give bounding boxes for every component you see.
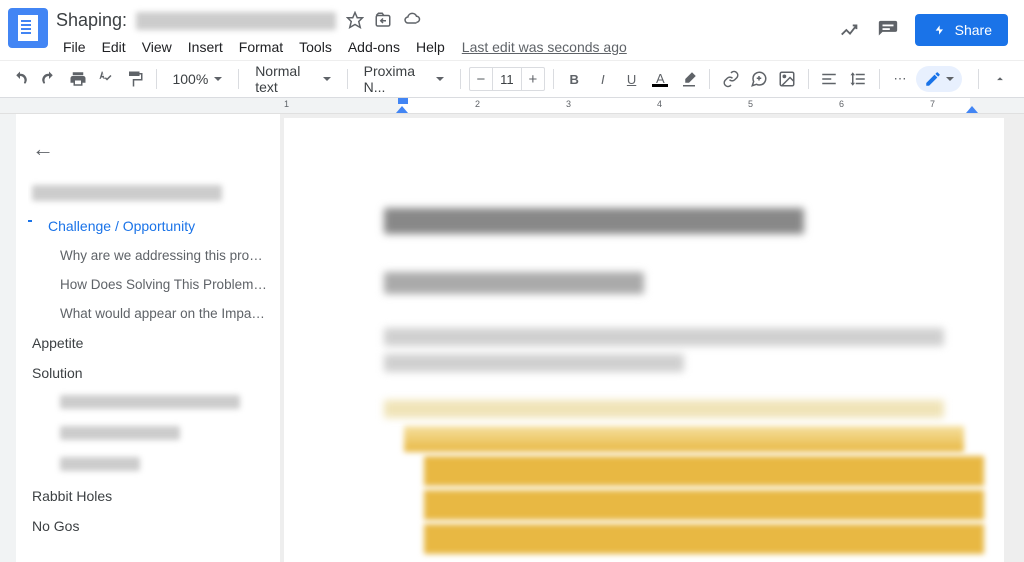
- menu-tools[interactable]: Tools: [292, 35, 339, 59]
- font-dropdown[interactable]: Proxima N...: [356, 59, 452, 99]
- spellcheck-button[interactable]: [94, 65, 119, 93]
- font-size-value[interactable]: 11: [492, 68, 522, 90]
- highlight-button[interactable]: [677, 65, 702, 93]
- collapse-icon[interactable]: [28, 220, 32, 222]
- outline-redacted-2[interactable]: [28, 419, 272, 450]
- share-button[interactable]: Share: [915, 14, 1008, 46]
- font-size-decrease[interactable]: −: [470, 71, 492, 88]
- right-indent-marker[interactable]: [966, 106, 978, 113]
- underline-button[interactable]: U: [619, 65, 644, 93]
- outline-item-how[interactable]: How Does Solving This Problem…: [28, 270, 272, 299]
- outline-item-why[interactable]: Why are we addressing this pro…: [28, 241, 272, 270]
- outline-item-challenge[interactable]: Challenge / Opportunity: [28, 211, 272, 241]
- title-area: Shaping: File Edit View Insert Format: [56, 8, 839, 60]
- outline-redacted-1[interactable]: [28, 388, 272, 419]
- print-button[interactable]: [65, 65, 90, 93]
- more-button[interactable]: ⋯: [888, 65, 913, 93]
- italic-button[interactable]: I: [591, 65, 616, 93]
- horizontal-ruler[interactable]: 1 2 3 4 5 6 7: [0, 98, 1024, 114]
- last-edit-link[interactable]: Last edit was seconds ago: [462, 39, 627, 55]
- star-icon[interactable]: [346, 11, 364, 29]
- document-canvas[interactable]: [280, 114, 1024, 562]
- activity-icon[interactable]: [839, 19, 861, 41]
- vertical-ruler[interactable]: [0, 114, 16, 562]
- align-button[interactable]: [817, 65, 842, 93]
- menu-bar: File Edit View Insert Format Tools Add-o…: [56, 34, 839, 60]
- zoom-dropdown[interactable]: 100%: [164, 67, 230, 91]
- text-color-button[interactable]: A: [648, 65, 673, 93]
- menu-addons[interactable]: Add-ons: [341, 35, 407, 59]
- outline-item-solution[interactable]: Solution: [28, 358, 272, 388]
- menu-help[interactable]: Help: [409, 35, 452, 59]
- cloud-icon[interactable]: [402, 11, 422, 29]
- menu-file[interactable]: File: [56, 35, 93, 59]
- editing-mode-button[interactable]: [916, 66, 962, 92]
- undo-button[interactable]: [8, 65, 33, 93]
- left-indent-marker[interactable]: [396, 106, 408, 113]
- close-outline-button[interactable]: ←: [28, 130, 272, 178]
- page[interactable]: [284, 118, 1004, 562]
- menu-view[interactable]: View: [135, 35, 179, 59]
- style-dropdown[interactable]: Normal text: [247, 59, 339, 99]
- insert-link-button[interactable]: [718, 65, 743, 93]
- menu-insert[interactable]: Insert: [181, 35, 230, 59]
- first-line-indent-marker[interactable]: [398, 98, 408, 104]
- outline-item-nogos[interactable]: No Gos: [28, 511, 272, 541]
- main-area: ← Challenge / Opportunity Why are we add…: [0, 114, 1024, 562]
- add-comment-button[interactable]: [747, 65, 772, 93]
- outline-redacted-3[interactable]: [28, 450, 272, 481]
- font-size-control: − 11 +: [469, 67, 545, 91]
- outline-item-appetite[interactable]: Appetite: [28, 328, 272, 358]
- move-icon[interactable]: [374, 11, 392, 29]
- header: Shaping: File Edit View Insert Format: [0, 0, 1024, 60]
- menu-format[interactable]: Format: [232, 35, 290, 59]
- outline-doc-title[interactable]: [28, 178, 272, 211]
- outline-item-rabbit-holes[interactable]: Rabbit Holes: [28, 481, 272, 511]
- toolbar: 100% Normal text Proxima N... − 11 + B I…: [0, 60, 1024, 98]
- docs-logo[interactable]: [8, 8, 48, 48]
- redo-button[interactable]: [37, 65, 62, 93]
- font-size-increase[interactable]: +: [522, 71, 544, 88]
- insert-image-button[interactable]: [776, 65, 801, 93]
- doc-title[interactable]: Shaping:: [56, 10, 336, 31]
- hide-menus-button[interactable]: [987, 65, 1012, 93]
- paint-format-button[interactable]: [123, 65, 148, 93]
- line-spacing-button[interactable]: [846, 65, 871, 93]
- outline-item-impact[interactable]: What would appear on the Impa…: [28, 299, 272, 328]
- bold-button[interactable]: B: [562, 65, 587, 93]
- menu-edit[interactable]: Edit: [95, 35, 133, 59]
- comments-icon[interactable]: [877, 19, 899, 41]
- outline-panel: ← Challenge / Opportunity Why are we add…: [16, 114, 280, 562]
